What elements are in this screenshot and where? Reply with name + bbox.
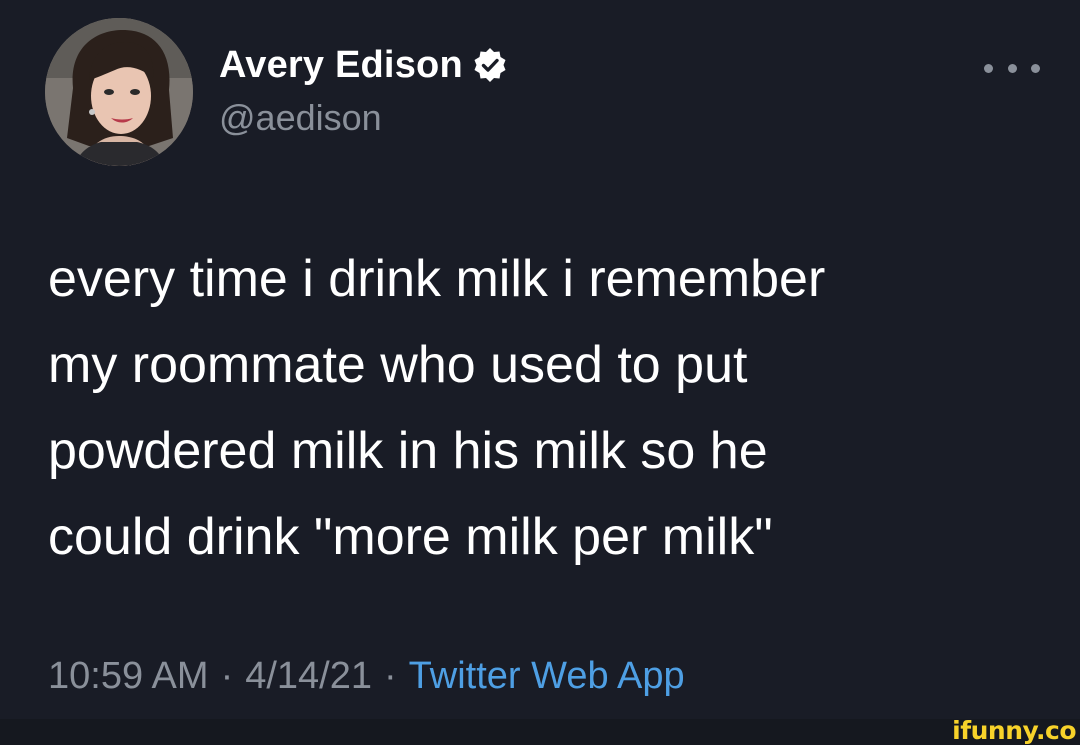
meta-separator: · [220, 655, 234, 697]
dot-icon [1031, 63, 1040, 73]
footer-bar [0, 719, 1080, 741]
more-options-icon[interactable] [984, 56, 1040, 80]
tweet-time[interactable]: 10:59 AM [48, 655, 209, 697]
tweet-card: Avery Edison @aedison every time i drink… [0, 0, 1080, 719]
dot-icon [984, 63, 993, 73]
avatar-image [45, 18, 193, 166]
tweet-text: every time i drink milk i remember my ro… [48, 250, 826, 566]
dot-icon [1007, 63, 1017, 73]
avatar[interactable] [45, 18, 193, 166]
author-handle[interactable]: @aedison [219, 97, 382, 139]
tweet-meta: 10:59 AM · 4/14/21 · Twitter Web App [48, 655, 685, 698]
author-name-row: Avery Edison [219, 42, 507, 88]
tweet-source-link[interactable]: Twitter Web App [409, 655, 685, 697]
tweet-date[interactable]: 4/14/21 [245, 655, 372, 697]
meta-separator: · [384, 655, 397, 697]
author-display-name[interactable]: Avery Edison [219, 44, 463, 87]
verified-badge-icon [473, 48, 507, 82]
